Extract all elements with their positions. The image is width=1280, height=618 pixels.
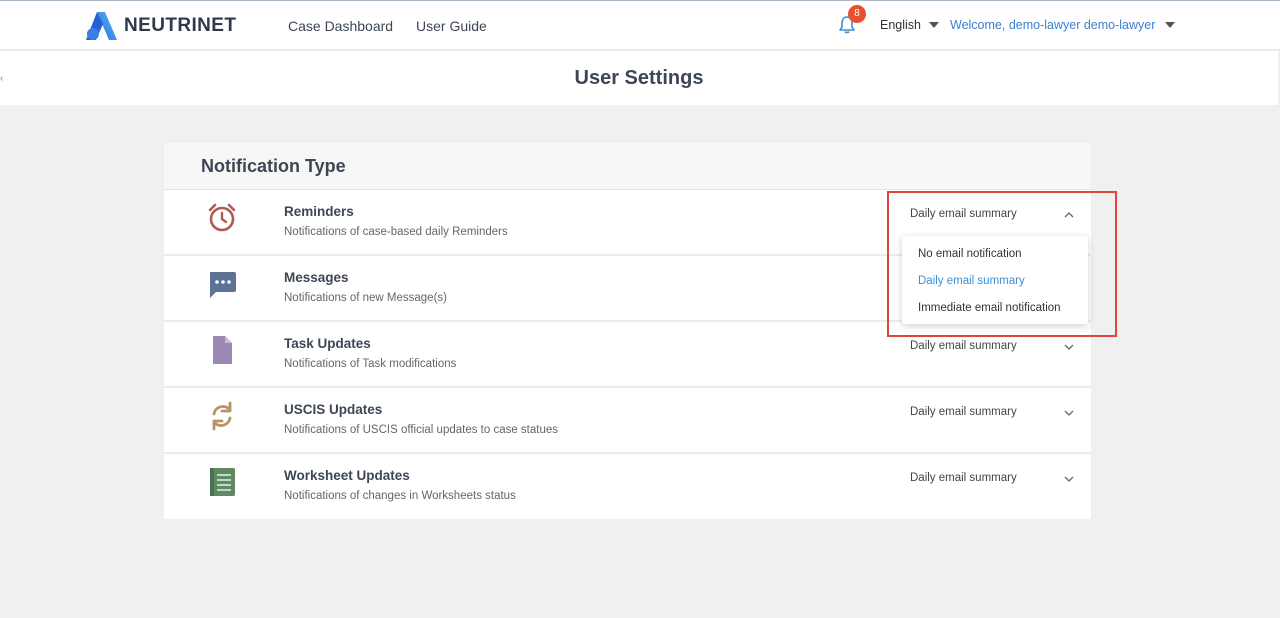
chevron-down-icon bbox=[1064, 410, 1074, 416]
document-icon bbox=[213, 336, 232, 364]
language-selector[interactable]: English bbox=[880, 18, 939, 32]
brand-name: NEUTRINET bbox=[124, 15, 237, 36]
alarm-clock-icon bbox=[208, 203, 236, 232]
row-title: Task Updates bbox=[284, 336, 371, 351]
page-title-band: User Settings bbox=[0, 51, 1278, 105]
nav-user-guide[interactable]: User Guide bbox=[416, 18, 487, 34]
language-label: English bbox=[880, 18, 921, 32]
row-title: Messages bbox=[284, 270, 349, 285]
option-immediate[interactable]: Immediate email notification bbox=[902, 300, 1088, 327]
row-title: Reminders bbox=[284, 204, 354, 219]
frequency-select[interactable]: Daily email summary bbox=[910, 406, 1082, 418]
row-description: Notifications of new Message(s) bbox=[284, 292, 447, 304]
row-description: Notifications of case-based daily Remind… bbox=[284, 226, 508, 238]
frequency-select[interactable]: Daily email summary bbox=[910, 208, 1082, 220]
caret-down-icon bbox=[929, 22, 939, 28]
sync-icon bbox=[212, 401, 232, 431]
worksheet-icon bbox=[210, 468, 235, 496]
chevron-down-icon bbox=[1064, 476, 1074, 482]
row-description: Notifications of Task modifications bbox=[284, 358, 457, 370]
brand-logo[interactable]: NEUTRINET bbox=[84, 10, 236, 42]
chevron-up-icon bbox=[1064, 212, 1074, 218]
page-title: User Settings bbox=[574, 67, 704, 89]
notification-count-badge: 8 bbox=[848, 5, 866, 23]
frequency-select[interactable]: Daily email summary bbox=[910, 472, 1082, 484]
caret-down-icon bbox=[1165, 22, 1176, 28]
select-value: Daily email summary bbox=[910, 208, 1017, 220]
select-value: Daily email summary bbox=[910, 340, 1017, 352]
row-description: Notifications of changes in Worksheets s… bbox=[284, 490, 516, 502]
chevron-down-icon bbox=[1064, 344, 1074, 350]
user-menu[interactable]: Welcome, demo-lawyer demo-lawyer bbox=[950, 18, 1176, 32]
section-title: Notification Type bbox=[164, 143, 1091, 190]
notification-row-worksheet-updates: Worksheet Updates Notifications of chang… bbox=[164, 454, 1091, 520]
nav-case-dashboard[interactable]: Case Dashboard bbox=[288, 18, 393, 34]
collapse-handle[interactable]: ‹ bbox=[0, 73, 3, 84]
frequency-select[interactable]: Daily email summary bbox=[910, 340, 1082, 352]
notification-row-task-updates: Task Updates Notifications of Task modif… bbox=[164, 322, 1091, 388]
option-daily-summary[interactable]: Daily email summary bbox=[902, 273, 1088, 300]
frequency-dropdown-menu: No email notification Daily email summar… bbox=[902, 236, 1088, 324]
chat-bubble-icon bbox=[210, 272, 236, 298]
row-description: Notifications of USCIS official updates … bbox=[284, 424, 559, 436]
select-value: Daily email summary bbox=[910, 472, 1017, 484]
notification-row-uscis-updates: USCIS Updates Notifications of USCIS off… bbox=[164, 388, 1091, 454]
neutrinet-logo-icon bbox=[86, 12, 117, 40]
select-value: Daily email summary bbox=[910, 406, 1017, 418]
row-title: USCIS Updates bbox=[284, 402, 383, 417]
welcome-text: Welcome, demo-lawyer demo-lawyer bbox=[950, 18, 1156, 32]
notification-settings-card: Notification Type Reminders Notification… bbox=[164, 143, 1091, 519]
row-title: Worksheet Updates bbox=[284, 468, 410, 483]
top-navigation-bar: NEUTRINET Case Dashboard User Guide 8 En… bbox=[0, 0, 1280, 50]
option-no-email[interactable]: No email notification bbox=[902, 246, 1088, 273]
